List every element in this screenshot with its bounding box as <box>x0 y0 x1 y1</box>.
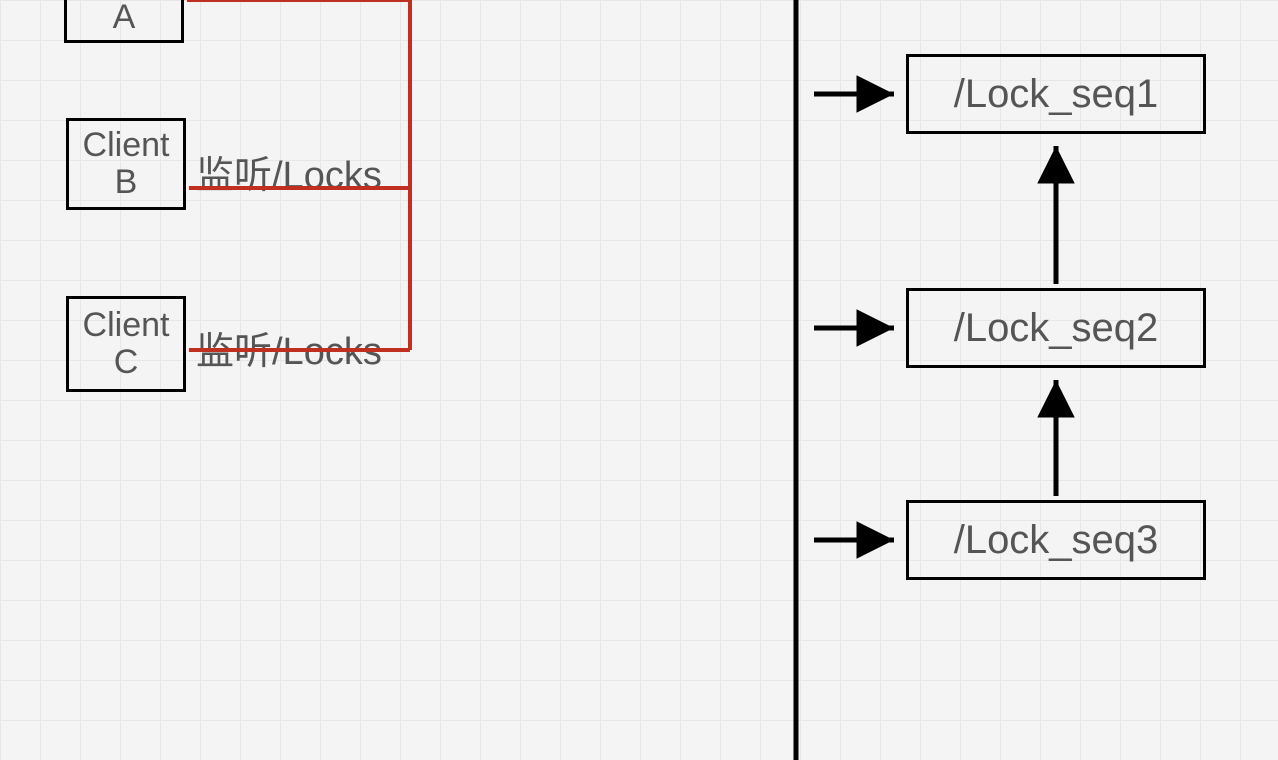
lock-seq2-label: /Lock_seq2 <box>954 306 1159 351</box>
client-c-label: ClientC <box>73 307 179 382</box>
lock-seq1-label: /Lock_seq1 <box>954 72 1159 117</box>
edge-label-client-c: 监听/Locks <box>196 320 382 375</box>
client-a-label: ClientA <box>71 0 177 36</box>
lock-seq3-node: /Lock_seq3 <box>906 500 1206 580</box>
client-b-label: ClientB <box>73 127 179 202</box>
edge-label-client-b: 监听/Locks <box>196 144 382 199</box>
lock-seq1-node: /Lock_seq1 <box>906 54 1206 134</box>
client-a-node: ClientA <box>64 0 184 43</box>
client-b-node: ClientB <box>66 118 186 210</box>
lock-seq2-node: /Lock_seq2 <box>906 288 1206 368</box>
lock-seq3-label: /Lock_seq3 <box>954 518 1159 563</box>
client-c-node: ClientC <box>66 296 186 392</box>
